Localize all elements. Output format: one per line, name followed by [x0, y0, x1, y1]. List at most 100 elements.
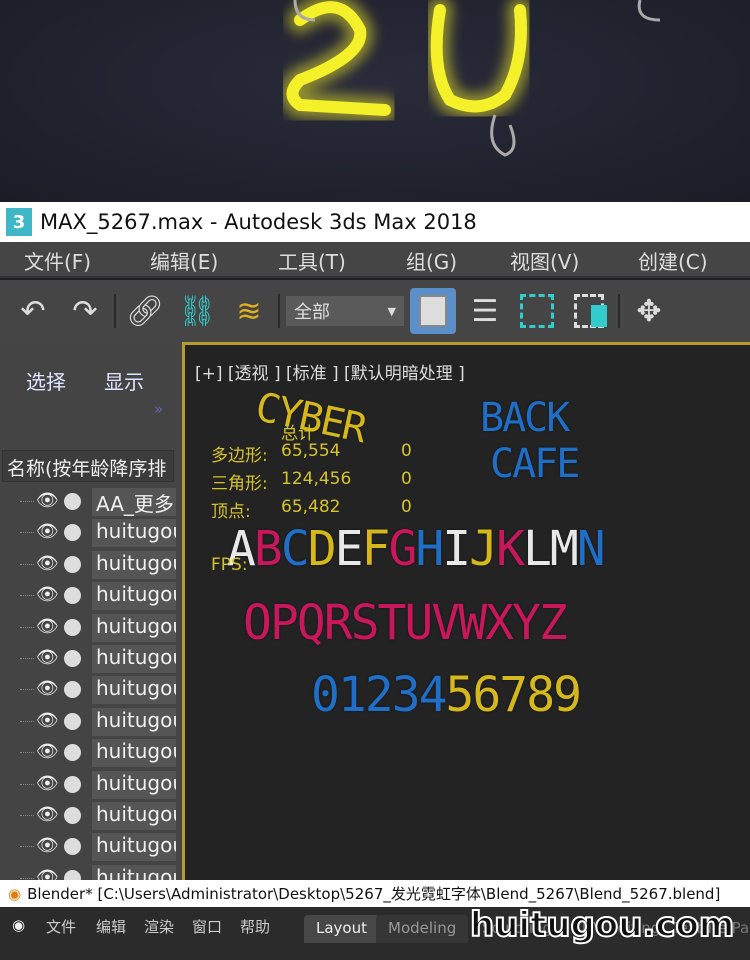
- selection-filter-dropdown[interactable]: 全部 ▼: [286, 296, 404, 326]
- object-list-item[interactable]: 👁︎ huitugou: [0, 707, 176, 738]
- freeze-toggle-icon[interactable]: [64, 618, 81, 636]
- freeze-toggle-icon[interactable]: [64, 493, 81, 510]
- object-name: huitugou: [92, 550, 176, 579]
- freeze-toggle-icon[interactable]: [64, 681, 81, 699]
- window-crossing-icon[interactable]: [566, 288, 612, 334]
- object-list-item[interactable]: 👁︎ huitugou: [0, 550, 176, 581]
- menu-edit[interactable]: 编辑(E): [150, 246, 218, 275]
- object-list-item[interactable]: 👁︎ huitugou: [0, 738, 176, 769]
- expand-chevron-icon[interactable]: »: [154, 400, 163, 418]
- blender-menu-window[interactable]: 窗口: [192, 916, 222, 937]
- freeze-toggle-icon[interactable]: [64, 807, 81, 824]
- tree-line: [20, 595, 34, 597]
- name-column-header[interactable]: 名称(按年龄降序排: [2, 450, 174, 482]
- stat-label: 三角形:: [211, 474, 268, 494]
- undo-icon[interactable]: ↶: [10, 288, 56, 334]
- object-list-item[interactable]: 👁︎ AA_更多: [0, 487, 176, 518]
- eye-icon[interactable]: 👁︎: [36, 773, 59, 794]
- object-name: huitugou: [92, 645, 176, 673]
- neon-scene-image: [0, 0, 750, 202]
- neon-letter: N: [576, 521, 606, 577]
- object-list-item[interactable]: 👁︎ huitugou: [0, 832, 176, 863]
- alphabet-o-z-text: OPQRSTUVWXYZ: [243, 595, 568, 651]
- eye-icon[interactable]: 👁︎: [36, 647, 59, 668]
- stat-selected: 0: [401, 441, 412, 461]
- toolbar-divider: [618, 294, 620, 328]
- perspective-viewport[interactable]: [+] [透视 ] [标准 ] [默认明暗处理 ] CYBER BACK CAF…: [182, 342, 750, 880]
- eye-icon[interactable]: 👁︎: [36, 521, 59, 542]
- unlink-icon[interactable]: ⛓︎: [174, 288, 220, 334]
- eye-icon[interactable]: 👁︎: [36, 710, 59, 731]
- object-list-item[interactable]: 👁︎ huitugou: [0, 518, 176, 549]
- freeze-toggle-icon[interactable]: [64, 744, 81, 762]
- move-icon[interactable]: ✥: [626, 288, 672, 334]
- tree-line: [20, 563, 34, 565]
- tab-display[interactable]: 显示: [104, 366, 144, 395]
- eye-icon[interactable]: 👁︎: [36, 741, 59, 762]
- freeze-toggle-icon[interactable]: [64, 838, 81, 856]
- select-object-icon[interactable]: [410, 288, 456, 334]
- bind-space-warp-icon[interactable]: ≋: [226, 288, 272, 334]
- freeze-toggle-icon[interactable]: [64, 712, 81, 730]
- object-name: huitugou: [92, 802, 176, 830]
- digits-row: 0123456789: [311, 667, 582, 723]
- eye-icon[interactable]: 👁︎: [36, 490, 59, 511]
- object-list-item[interactable]: 👁︎ huitugou: [0, 770, 176, 801]
- back-sign-text: BACK: [480, 395, 570, 441]
- rect-region-icon[interactable]: [514, 288, 560, 334]
- eye-icon[interactable]: 👁︎: [36, 804, 59, 825]
- menu-create[interactable]: 创建(C): [638, 246, 708, 275]
- tree-line: [20, 658, 34, 659]
- menu-tools[interactable]: 工具(T): [278, 246, 346, 275]
- eye-icon[interactable]: 👁︎: [36, 616, 59, 637]
- stat-value: 124,456: [281, 469, 352, 489]
- object-list-item[interactable]: 👁︎ huitugou: [0, 644, 176, 675]
- freeze-toggle-icon[interactable]: [64, 775, 81, 793]
- menu-file[interactable]: 文件(F): [24, 246, 91, 275]
- object-name: huitugou: [92, 770, 176, 799]
- tab-layout[interactable]: Layout: [304, 915, 379, 943]
- neon-letter: H: [415, 521, 444, 577]
- viewport-labels[interactable]: [+] [透视 ] [标准 ] [默认明暗处理 ]: [195, 359, 465, 384]
- object-list-item[interactable]: 👁︎ huitugou: [0, 581, 176, 612]
- blender-menu-help[interactable]: 帮助: [240, 916, 270, 937]
- neon-letter: C: [280, 521, 310, 577]
- stat-selected: 0: [401, 469, 412, 489]
- stat-label: 顶点:: [211, 502, 251, 522]
- tab-select[interactable]: 选择: [26, 366, 66, 395]
- link-icon[interactable]: 🔗︎: [122, 288, 168, 334]
- freeze-toggle-icon[interactable]: [64, 587, 81, 605]
- eye-icon[interactable]: 👁︎: [36, 678, 59, 699]
- eye-icon[interactable]: 👁︎: [36, 553, 59, 574]
- blender-menu-edit[interactable]: 编辑: [96, 916, 126, 937]
- watermark-logo: huitugou.com: [469, 904, 735, 946]
- blender-menu-render[interactable]: 渲染: [144, 916, 174, 937]
- cafe-sign-text: CAFE: [490, 441, 580, 487]
- freeze-toggle-icon[interactable]: [64, 524, 81, 542]
- object-list-item[interactable]: 👁︎ huitugou: [0, 613, 176, 644]
- blender-menu-file[interactable]: 文件: [46, 916, 76, 937]
- select-by-name-icon[interactable]: ☰: [462, 288, 508, 334]
- freeze-toggle-icon[interactable]: [64, 650, 81, 667]
- fps-label: FPS:: [211, 555, 248, 575]
- object-name: huitugou: [92, 707, 176, 736]
- object-list-item[interactable]: 👁︎ huitugou: [0, 675, 176, 706]
- object-list-item[interactable]: 👁︎ huitugou: [0, 801, 176, 832]
- menu-views[interactable]: 视图(V): [510, 246, 579, 275]
- tab-modeling[interactable]: Modeling: [376, 915, 469, 943]
- blender-menu-icon[interactable]: ◉: [12, 916, 25, 934]
- freeze-toggle-icon[interactable]: [64, 555, 81, 573]
- toolbar-divider: [278, 294, 280, 328]
- cafe-neon-sign: CAFE: [490, 441, 580, 487]
- selection-filter-value: 全部: [294, 302, 330, 323]
- menu-group[interactable]: 组(G): [406, 246, 457, 275]
- object-name: huitugou: [92, 833, 176, 862]
- stat-label: 多边形:: [211, 446, 268, 466]
- stat-value: 65,554: [281, 441, 341, 461]
- tree-line: [20, 626, 34, 628]
- redo-icon[interactable]: ↷: [62, 288, 108, 334]
- eye-icon[interactable]: 👁︎: [36, 584, 59, 605]
- neon-letter: K: [496, 521, 525, 577]
- digits-5-9: 56789: [445, 667, 582, 723]
- eye-icon[interactable]: 👁︎: [36, 835, 59, 856]
